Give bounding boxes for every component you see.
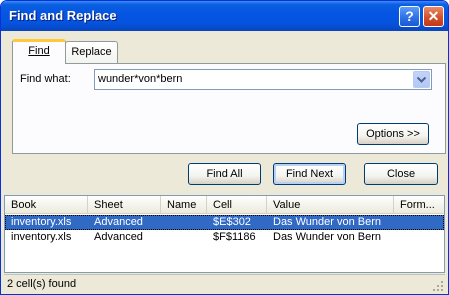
find-all-label: Find All — [206, 168, 243, 180]
cell-sheet: Advanced — [94, 231, 143, 243]
cell-name — [161, 215, 167, 230]
cell-value: Das Wunder von Bern — [273, 216, 382, 228]
cell-book: inventory.xls — [11, 231, 72, 243]
close-window-button[interactable]: ✕ — [423, 6, 444, 27]
column-header-cell[interactable]: Cell — [207, 196, 267, 214]
options-button[interactable]: Options >> — [357, 123, 429, 145]
cell-book: inventory.xls — [11, 216, 72, 228]
close-button[interactable]: Close — [364, 163, 438, 185]
results-header: Book Sheet Name Cell Value Form... — [5, 196, 444, 214]
help-icon: ? — [405, 8, 414, 24]
table-row[interactable]: inventory.xls Advanced $E$302 Das Wunder… — [5, 215, 444, 230]
close-icon: ✕ — [427, 8, 440, 24]
help-button[interactable]: ? — [399, 6, 420, 27]
find-tab-panel: Find what: wunder*von*bern Options >> — [12, 63, 446, 154]
column-header-formula[interactable]: Form... — [394, 196, 444, 214]
window-title: Find and Replace — [9, 8, 117, 23]
chevron-down-icon — [417, 77, 426, 83]
cell-sheet: Advanced — [94, 216, 143, 228]
options-button-label: Options >> — [366, 128, 420, 140]
find-next-button[interactable]: Find Next — [273, 163, 346, 185]
column-header-value[interactable]: Value — [267, 196, 394, 214]
cell-name — [161, 230, 167, 245]
tab-find-label: Find — [28, 45, 50, 57]
resize-grip-icon[interactable] — [432, 280, 444, 292]
find-replace-dialog: Find and Replace ? ✕ Replace Find Find w… — [0, 0, 449, 295]
results-list[interactable]: Book Sheet Name Cell Value Form... inven… — [4, 195, 445, 273]
column-header-sheet[interactable]: Sheet — [88, 196, 161, 214]
cell-formula — [394, 215, 400, 230]
cell-formula — [394, 230, 400, 245]
tab-replace[interactable]: Replace — [65, 41, 118, 63]
cell-value: Das Wunder von Bern — [273, 231, 382, 243]
tab-replace-label: Replace — [71, 46, 112, 58]
cell-address: $E$302 — [213, 216, 251, 228]
status-bar: 2 cell(s) found — [4, 274, 445, 293]
column-header-name[interactable]: Name — [161, 196, 207, 214]
table-row[interactable]: inventory.xls Advanced $F$1186 Das Wunde… — [5, 230, 444, 245]
find-what-value[interactable]: wunder*von*bern — [98, 73, 182, 85]
find-what-label: Find what: — [20, 73, 71, 85]
find-all-button[interactable]: Find All — [188, 163, 261, 185]
cell-address: $F$1186 — [213, 231, 256, 243]
status-text: 2 cell(s) found — [7, 278, 77, 290]
find-what-combobox[interactable]: wunder*von*bern — [94, 69, 432, 90]
title-bar[interactable]: Find and Replace ? ✕ — [1, 1, 448, 31]
tab-find[interactable]: Find — [12, 39, 66, 64]
close-button-label: Close — [386, 168, 416, 180]
find-next-label: Find Next — [285, 168, 334, 180]
find-what-dropdown-button[interactable] — [413, 71, 430, 88]
column-header-book[interactable]: Book — [5, 196, 88, 214]
